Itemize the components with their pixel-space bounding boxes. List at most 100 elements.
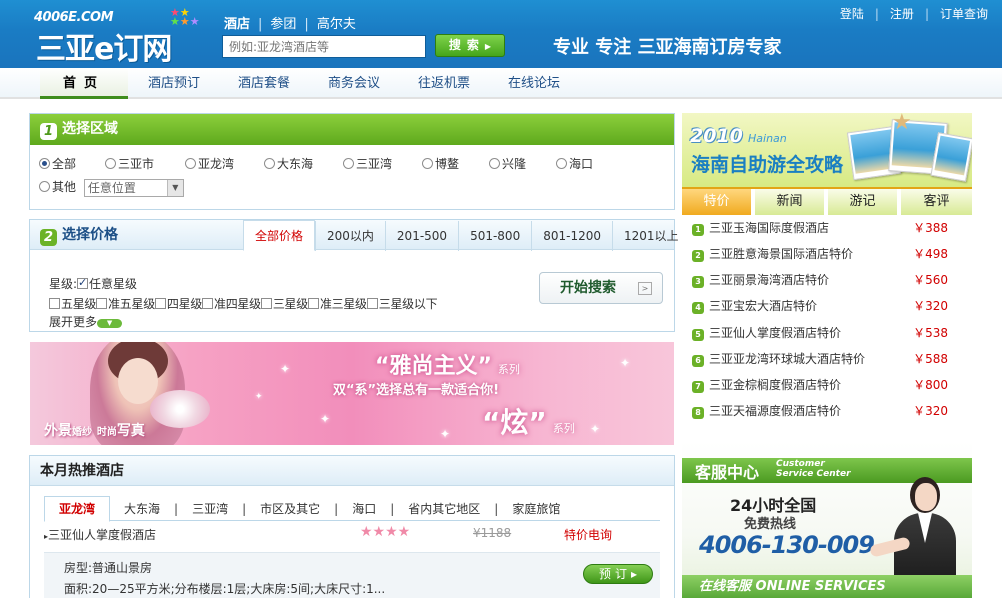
list-item[interactable]: 7 三亚金棕榈度假酒店特价 ￥800 bbox=[692, 376, 962, 396]
expand-more[interactable]: 展开更多 ▼ bbox=[49, 313, 123, 330]
area-option-label: 大东海 bbox=[277, 157, 314, 171]
model-face bbox=[118, 358, 158, 404]
search-type-tabs: 酒店 | 参团 | 高尔夫 bbox=[224, 13, 356, 32]
radio-button[interactable] bbox=[422, 158, 433, 169]
checkbox[interactable] bbox=[260, 298, 272, 309]
list-item[interactable]: 3 三亚丽景海湾酒店特价 ￥560 bbox=[692, 271, 962, 291]
area-option-sanya-city[interactable]: 三亚市 bbox=[105, 155, 154, 172]
price-tab-801-1200[interactable]: 801-1200 bbox=[531, 221, 612, 251]
checkbox[interactable] bbox=[154, 298, 166, 309]
area-option-other[interactable]: 其他 任意位置 ▼ bbox=[39, 178, 184, 197]
nav-item-forum[interactable]: 在线论坛 bbox=[492, 68, 576, 99]
list-item-name[interactable]: 三亚玉海国际度假酒店 bbox=[709, 221, 829, 235]
list-item[interactable]: 1 三亚玉海国际度假酒店 ￥388 bbox=[692, 219, 962, 239]
hotel-row[interactable]: ▸三亚仙人掌度假酒店 ★★★★ ¥1188 特价电询 bbox=[44, 524, 660, 544]
hot-tab-other-province[interactable]: 省内其它地区 bbox=[394, 497, 494, 522]
service-title-en: Customer Service Center bbox=[776, 459, 851, 479]
list-item-name[interactable]: 三亚丽景海湾酒店特价 bbox=[709, 273, 829, 287]
star-level-label: 星级: bbox=[49, 277, 78, 291]
customer-service-ad[interactable]: 客服中心 Customer Service Center 24小时全国 免费热线 … bbox=[682, 441, 972, 598]
hot-tab-yalong-bay[interactable]: 亚龙湾 bbox=[44, 496, 111, 522]
radio-button[interactable] bbox=[39, 181, 50, 192]
location-select[interactable]: 任意位置 ▼ bbox=[83, 178, 184, 197]
travel-guide-ad[interactable]: 2010 Hainan 海南自助游全攻略 ★ bbox=[682, 113, 972, 187]
list-item-name[interactable]: 三亚天福源度假酒店特价 bbox=[709, 404, 841, 418]
login-link[interactable]: 登陆 bbox=[840, 7, 864, 21]
list-item[interactable]: 6 三亚亚龙湾环球城大酒店特价 ￥588 bbox=[692, 350, 962, 370]
price-tab-all[interactable]: 全部价格 bbox=[243, 220, 316, 251]
area-option-yalong-bay[interactable]: 亚龙湾 bbox=[185, 155, 234, 172]
radio-button[interactable] bbox=[343, 158, 354, 169]
logo-stars-icon: ★★ ★★★ bbox=[170, 6, 200, 28]
checkbox[interactable] bbox=[307, 298, 319, 309]
start-search-button[interactable]: 开始搜索 > bbox=[539, 272, 663, 304]
search-tab-tour[interactable]: 参团 bbox=[270, 13, 296, 32]
area-option-sanya-bay[interactable]: 三亚湾 bbox=[343, 155, 392, 172]
nav-item-hotel-booking[interactable]: 酒店预订 bbox=[132, 68, 216, 99]
radio-button[interactable] bbox=[105, 158, 116, 169]
area-option-all[interactable]: 全部 bbox=[39, 155, 76, 172]
area-option-xinglong[interactable]: 兴隆 bbox=[489, 155, 526, 172]
star-any-checkbox[interactable] bbox=[77, 276, 89, 289]
list-item[interactable]: 4 三亚宝宏大酒店特价 ￥320 bbox=[692, 297, 962, 317]
area-option-haikou[interactable]: 海口 bbox=[556, 155, 593, 172]
site-logo[interactable]: 4006E.COM 三亚e订网 ★★ ★★★ bbox=[30, 6, 200, 67]
order-query-link[interactable]: 订单查询 bbox=[940, 7, 988, 21]
tagline-fashion: 时尚 bbox=[96, 427, 117, 438]
beach-photo bbox=[930, 132, 972, 182]
list-item-name[interactable]: 三亚仙人掌度假酒店特价 bbox=[709, 326, 841, 340]
tab-specials[interactable]: 特价 bbox=[682, 189, 753, 215]
special-hotel-list: 1 三亚玉海国际度假酒店 ￥388 2 三亚胜意海景国际酒店特价 ￥498 3 三亚丽景海… bbox=[682, 215, 972, 429]
register-link[interactable]: 注册 bbox=[890, 7, 914, 21]
hot-tab-family-inns[interactable]: 家庭旅馆 bbox=[498, 497, 574, 522]
checkbox[interactable] bbox=[202, 298, 214, 309]
area-option-label: 海口 bbox=[569, 157, 594, 171]
hotel-name[interactable]: 三亚仙人掌度假酒店 bbox=[48, 528, 156, 542]
list-item-name[interactable]: 三亚宝宏大酒店特价 bbox=[709, 299, 817, 313]
hot-tab-dadonghai[interactable]: 大东海 bbox=[110, 497, 174, 522]
list-item[interactable]: 2 三亚胜意海景国际酒店特价 ￥498 bbox=[692, 245, 962, 265]
hot-tab-downtown[interactable]: 市区及其它 bbox=[246, 497, 334, 522]
nav-item-business-meetings[interactable]: 商务会议 bbox=[312, 68, 396, 99]
nav-item-hotel-packages[interactable]: 酒店套餐 bbox=[222, 68, 306, 99]
area-option-dadonghai[interactable]: 大东海 bbox=[264, 155, 313, 172]
area-option-label: 其他 bbox=[52, 180, 77, 194]
list-item[interactable]: 5 三亚仙人掌度假酒店特价 ￥538 bbox=[692, 324, 962, 344]
area-option-boao[interactable]: 博鳌 bbox=[422, 155, 459, 172]
search-tab-golf[interactable]: 高尔夫 bbox=[317, 13, 356, 32]
photography-promo-banner[interactable]: 外景婚纱 时尚写真 “雅尚主义” 系列 双“系”选择总有一款适合你! “炫” 系列 … bbox=[30, 342, 674, 445]
tab-news[interactable]: 新闻 bbox=[755, 189, 826, 215]
radio-button[interactable] bbox=[39, 158, 50, 169]
list-item-price: ￥800 bbox=[913, 378, 948, 392]
hot-tab-sanya-bay[interactable]: 三亚湾 bbox=[178, 497, 242, 522]
checkbox[interactable] bbox=[49, 298, 60, 309]
list-item-name[interactable]: 三亚金棕榈度假酒店特价 bbox=[709, 378, 841, 392]
price-tab-over-1201[interactable]: 1201以上 bbox=[611, 221, 690, 251]
radio-button[interactable] bbox=[489, 158, 500, 169]
price-tab-201-500[interactable]: 201-500 bbox=[384, 221, 458, 251]
radio-button[interactable] bbox=[556, 158, 567, 169]
nav-item-flights[interactable]: 往返机票 bbox=[402, 68, 486, 99]
checkbox[interactable] bbox=[366, 298, 378, 309]
search-tab-hotel[interactable]: 酒店 bbox=[224, 13, 250, 32]
list-item-name[interactable]: 三亚亚龙湾环球城大酒店特价 bbox=[709, 352, 865, 366]
area-option-label: 兴隆 bbox=[502, 157, 527, 171]
tab-reviews[interactable]: 客评 bbox=[901, 189, 972, 215]
price-tab-501-800[interactable]: 501-800 bbox=[458, 221, 531, 251]
checkbox[interactable] bbox=[96, 298, 108, 309]
list-item-name[interactable]: 三亚胜意海景国际酒店特价 bbox=[709, 247, 853, 261]
radio-button[interactable] bbox=[264, 158, 275, 169]
price-tab-under-200[interactable]: 200以内 bbox=[315, 221, 385, 251]
search-button[interactable]: 搜索▶ bbox=[435, 34, 505, 57]
hotel-original-price: ¥1188 bbox=[473, 526, 512, 540]
radio-button[interactable] bbox=[185, 158, 196, 169]
list-item[interactable]: 8 三亚天福源度假酒店特价 ￥320 bbox=[692, 402, 962, 422]
hot-tab-haikou[interactable]: 海口 bbox=[338, 497, 390, 522]
online-service-link[interactable]: 在线客服 ONLINE SERVICES bbox=[682, 575, 972, 598]
nav-item-home[interactable]: 首页 bbox=[40, 68, 128, 99]
banner-headline-1: “雅尚主义” 系列 bbox=[375, 348, 520, 380]
book-button[interactable]: 预订▸ bbox=[583, 564, 653, 584]
tab-travelogues[interactable]: 游记 bbox=[828, 189, 899, 215]
area-panel-title: 选择区域 bbox=[62, 121, 118, 137]
search-input[interactable] bbox=[222, 35, 426, 58]
